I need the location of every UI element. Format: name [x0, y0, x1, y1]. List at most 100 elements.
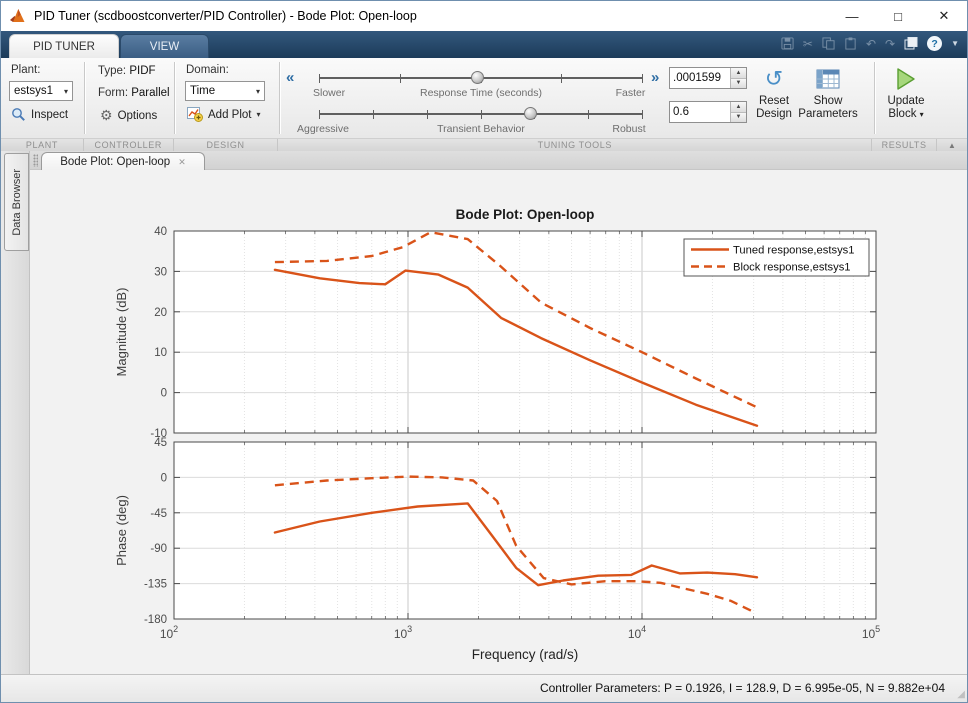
slider-tick: [319, 109, 320, 119]
spin-up-icon[interactable]: ▲: [731, 68, 746, 79]
table-icon: [816, 63, 840, 95]
slider-tick: [480, 109, 482, 119]
y-tick-label: -135: [144, 579, 167, 591]
y-tick-label: 45: [154, 437, 167, 449]
ribbon-separator: [874, 62, 875, 134]
domain-label: Domain:: [186, 64, 229, 76]
form-label: Form:: [98, 87, 129, 99]
x-tick-label: 104: [628, 624, 646, 641]
help-icon[interactable]: ?: [927, 36, 943, 51]
collapse-ribbon-button[interactable]: ▲: [937, 139, 967, 151]
reset-design-label: Reset: [758, 95, 790, 107]
update-block-button[interactable]: Update Block ▾: [877, 63, 935, 121]
chevron-down-icon: ▾: [256, 110, 261, 119]
bode-chart-svg: 403020100-10Magnitude (dB)450-45-90-135-…: [114, 207, 880, 662]
x-tick-label: 105: [862, 624, 880, 641]
y-tick-label: 10: [154, 347, 167, 359]
slider-shift-left-button[interactable]: «: [286, 69, 294, 86]
reset-design-label: Design: [756, 108, 792, 120]
domain-dropdown[interactable]: Time ▾: [185, 81, 265, 101]
ribbon: Plant: estsys1 ▾ Inspect Type: PIDF Form…: [1, 58, 967, 138]
slider-tick: [561, 73, 563, 83]
tab-pid-tuner[interactable]: PID TUNER: [9, 34, 119, 58]
slider-tick: [642, 109, 643, 119]
layout-icon[interactable]: [904, 37, 918, 50]
spin-up-icon[interactable]: ▲: [731, 102, 746, 113]
show-parameters-label: Show: [813, 95, 843, 107]
data-browser-tab[interactable]: Data Browser: [4, 153, 29, 251]
reset-design-button[interactable]: ↺ Reset Design: [745, 63, 803, 121]
undo-icon[interactable]: ↶: [866, 37, 876, 51]
response-time-slider[interactable]: [319, 71, 643, 85]
redo-icon[interactable]: ↷: [885, 37, 895, 51]
tab-view[interactable]: VIEW: [120, 34, 209, 58]
transient-behavior-slider[interactable]: [319, 107, 643, 121]
response-time-value-input[interactable]: [670, 68, 730, 88]
slider-thumb[interactable]: [471, 71, 485, 84]
close-tab-icon[interactable]: ✕: [178, 157, 186, 168]
resize-grip-icon[interactable]: ◢: [957, 689, 965, 700]
transient-behavior-value-input[interactable]: [670, 102, 730, 122]
copy-icon[interactable]: [822, 37, 835, 50]
slider-tick: [642, 73, 643, 83]
y-tick-label: -90: [150, 543, 167, 555]
save-icon[interactable]: [781, 37, 794, 50]
slider-right-label: Faster: [615, 87, 646, 99]
tab-drag-handle[interactable]: [33, 154, 38, 167]
options-button[interactable]: ⚙ Options: [100, 107, 157, 124]
slider-tick: [588, 109, 590, 119]
type-value: PIDF: [129, 65, 156, 77]
x-tick-label: 103: [394, 624, 412, 641]
plant-dropdown[interactable]: estsys1 ▾: [9, 81, 73, 101]
inspect-button-label: Inspect: [31, 108, 69, 121]
add-plot-button[interactable]: Add Plot ▾: [187, 107, 261, 122]
controller-form: Form: Parallel: [98, 87, 170, 99]
chevron-down-icon: ▾: [255, 86, 260, 96]
ribbon-separator: [174, 62, 175, 134]
toolbar-menu-caret-icon[interactable]: ▼: [951, 39, 959, 48]
y-axis-label: Phase (deg): [114, 495, 129, 566]
legend-entry-label: Block response,estsys1: [733, 262, 851, 274]
spin-down-icon[interactable]: ▼: [731, 78, 746, 88]
slider-tick: [426, 109, 428, 119]
play-icon: [896, 63, 916, 95]
slider-shift-right-button[interactable]: »: [651, 69, 659, 86]
y-tick-label: 20: [154, 307, 167, 319]
y-axis-label: Magnitude (dB): [114, 288, 129, 377]
reset-arrow-icon: ↺: [764, 66, 784, 91]
doc-tab-bode-plot[interactable]: Bode Plot: Open-loop ✕: [41, 152, 205, 171]
y-tick-label: -45: [150, 508, 167, 520]
slider-left-label: Slower: [313, 87, 346, 99]
chart-title: Bode Plot: Open-loop: [456, 207, 595, 222]
show-parameters-button[interactable]: Show Parameters: [798, 63, 858, 121]
show-parameters-label: Parameters: [798, 108, 858, 120]
section-tuning-tools: TUNING TOOLS: [278, 139, 873, 151]
slider-center-label: Response Time (seconds): [420, 87, 542, 99]
plant-dropdown-value: estsys1: [14, 85, 53, 97]
gear-icon: ⚙: [100, 107, 113, 123]
slider-right-label: Robust: [612, 123, 646, 135]
cut-icon[interactable]: ✂: [803, 37, 813, 51]
chevron-down-icon: ▾: [919, 110, 924, 119]
x-axis-label: Frequency (rad/s): [472, 647, 579, 662]
add-plot-button-label: Add Plot: [208, 108, 252, 121]
add-plot-icon: [187, 107, 203, 122]
plant-label: Plant:: [11, 64, 41, 76]
spinner-arrows: ▲ ▼: [730, 102, 746, 122]
paste-icon[interactable]: [844, 37, 857, 50]
magnifier-icon: [12, 108, 25, 121]
slider-center-label: Transient Behavior: [437, 123, 525, 135]
chevron-down-icon: ▾: [63, 86, 68, 96]
controller-parameters-status: Controller Parameters: P = 0.1926, I = 1…: [539, 681, 945, 695]
y-tick-label: -180: [144, 614, 167, 626]
ribbon-section-labels: PLANT CONTROLLER DESIGN TUNING TOOLS RES…: [1, 138, 967, 151]
x-tick-label: 102: [160, 624, 178, 641]
spin-down-icon[interactable]: ▼: [731, 112, 746, 122]
close-button[interactable]: ✕: [921, 8, 967, 24]
maximize-button[interactable]: □: [875, 9, 921, 24]
minimize-button[interactable]: —: [829, 9, 875, 24]
inspect-button[interactable]: Inspect: [11, 107, 68, 122]
section-plant: PLANT: [1, 139, 84, 151]
legend-entry-label: Tuned response,estsys1: [733, 245, 854, 257]
quick-access-toolbar: ✂ ↶ ↷ ? ▼: [781, 36, 959, 51]
